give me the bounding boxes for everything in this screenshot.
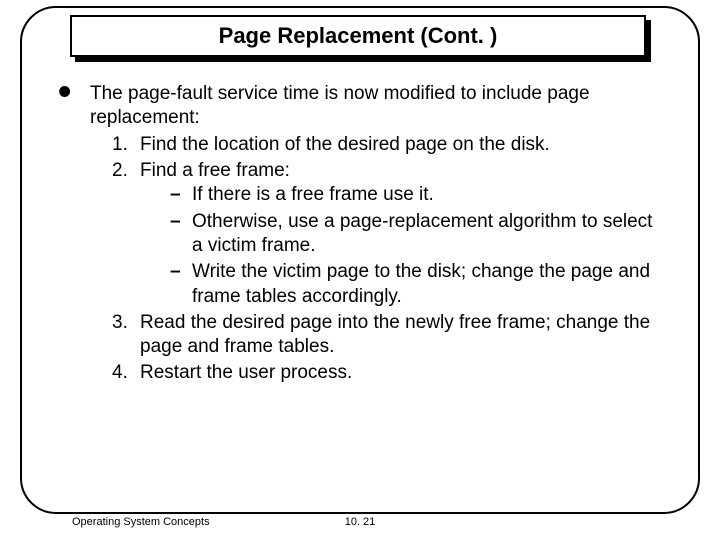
content-area: The page-fault service time is now modif…	[58, 82, 668, 388]
sub-text: If there is a free frame use it.	[192, 184, 434, 205]
step-text: Read the desired page into the newly fre…	[140, 312, 650, 357]
step-number: 3.	[112, 311, 128, 335]
step-number: 1.	[112, 133, 128, 157]
step-4: 4. Restart the user process.	[112, 361, 668, 385]
step-text: Restart the user process.	[140, 362, 352, 383]
dash-icon: –	[170, 183, 181, 207]
step-3: 3. Read the desired page into the newly …	[112, 311, 668, 360]
step-text: Find a free frame:	[140, 160, 290, 181]
sub-text: Write the victim page to the disk; chang…	[192, 261, 650, 306]
sub-item: – Otherwise, use a page-replacement algo…	[170, 210, 668, 259]
lead-bullet: The page-fault service time is now modif…	[58, 82, 668, 131]
sub-text: Otherwise, use a page-replacement algori…	[192, 211, 652, 256]
step-number: 4.	[112, 361, 128, 385]
slide: Page Replacement (Cont. ) The page-fault…	[0, 0, 720, 540]
dash-icon: –	[170, 260, 181, 284]
dash-icon: –	[170, 210, 181, 234]
step-number: 2.	[112, 159, 128, 183]
ordered-list: 1. Find the location of the desired page…	[58, 133, 668, 386]
sub-item: – Write the victim page to the disk; cha…	[170, 260, 668, 309]
title-box: Page Replacement (Cont. )	[70, 15, 646, 57]
footer-page-number: 10. 21	[0, 516, 720, 528]
slide-title: Page Replacement (Cont. )	[219, 23, 498, 49]
step-1: 1. Find the location of the desired page…	[112, 133, 668, 157]
sub-item: – If there is a free frame use it.	[170, 183, 668, 207]
sub-list: – If there is a free frame use it. – Oth…	[140, 183, 668, 309]
step-text: Find the location of the desired page on…	[140, 134, 550, 155]
step-2: 2. Find a free frame: – If there is a fr…	[112, 159, 668, 309]
